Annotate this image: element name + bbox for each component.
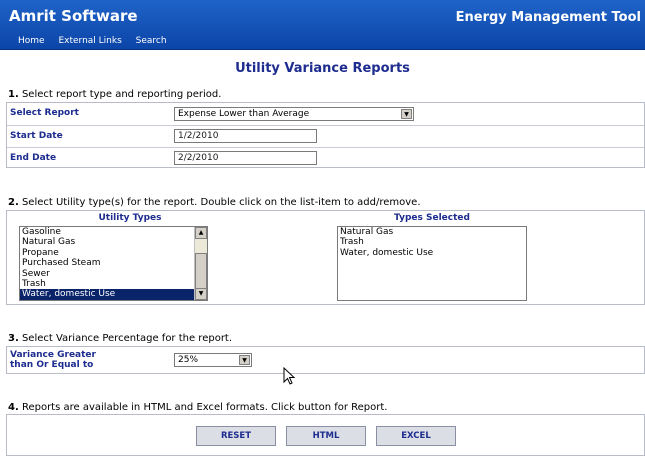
select-report-row: Select Report Expense Lower than Average…: [7, 103, 644, 125]
page-title: Utility Variance Reports: [235, 61, 410, 76]
step4-text: Reports are available in HTML and Excel …: [21, 402, 388, 413]
chevron-down-icon[interactable]: ▼: [239, 355, 250, 365]
list-item[interactable]: Propane: [20, 248, 207, 258]
start-date-label: Start Date: [10, 131, 63, 141]
nav-external-links-link[interactable]: External Links: [58, 36, 121, 46]
end-date-label: End Date: [10, 153, 57, 163]
step3-number: 3.: [8, 333, 19, 344]
end-date-row: End Date 2/2/2010: [7, 147, 644, 169]
step1-instruction: 1. Select report type and reporting peri…: [8, 89, 221, 100]
variance-value: 25%: [178, 355, 199, 365]
variance-label-line2: than Or Equal to: [10, 360, 94, 370]
scroll-down-icon[interactable]: ▼: [195, 288, 207, 300]
step2-text: Select Utility type(s) for the report. D…: [21, 197, 421, 208]
start-date-input[interactable]: 1/2/2010: [174, 129, 317, 143]
variance-dropdown[interactable]: 25% ▼: [174, 353, 252, 367]
report-period-panel: Select Report Expense Lower than Average…: [6, 102, 645, 168]
app-header: Amrit Software Energy Management Tool Ho…: [0, 0, 645, 50]
step2-number: 2.: [8, 197, 19, 208]
list-item[interactable]: Natural Gas: [338, 227, 526, 237]
list-item[interactable]: Purchased Steam: [20, 258, 207, 268]
variance-label-line1: Variance Greater: [10, 350, 96, 360]
step2-instruction: 2. Select Utility type(s) for the report…: [8, 197, 421, 208]
types-selected-list[interactable]: Natural Gas Trash Water, domestic Use: [337, 226, 527, 301]
mouse-pointer-icon: [283, 367, 295, 385]
list-item-selected[interactable]: Water, domestic Use: [20, 289, 207, 300]
app-title: Energy Management Tool: [455, 10, 641, 25]
step1-number: 1.: [8, 89, 19, 100]
report-actions-panel: RESET HTML EXCEL: [6, 414, 645, 456]
list-item[interactable]: Sewer: [20, 269, 207, 279]
step4-number: 4.: [8, 402, 19, 413]
excel-report-button[interactable]: EXCEL: [376, 426, 456, 446]
html-report-button[interactable]: HTML: [286, 426, 366, 446]
select-report-label: Select Report: [10, 108, 79, 118]
variance-panel: Variance Greater than Or Equal to 25% ▼: [6, 346, 645, 374]
list-item[interactable]: Gasoline: [20, 227, 207, 237]
utility-types-list[interactable]: Gasoline Natural Gas Propane Purchased S…: [19, 226, 208, 301]
variance-label: Variance Greater than Or Equal to: [10, 350, 96, 370]
types-selected-header: Types Selected: [394, 213, 470, 223]
chevron-down-icon[interactable]: ▼: [401, 109, 412, 119]
reset-button[interactable]: RESET: [196, 426, 276, 446]
start-date-row: Start Date 1/2/2010: [7, 125, 644, 147]
scroll-thumb[interactable]: [195, 253, 207, 289]
step1-text: Select report type and reporting period.: [21, 89, 222, 100]
select-report-dropdown[interactable]: Expense Lower than Average ▼: [174, 107, 414, 121]
nav-search-link[interactable]: Search: [136, 36, 167, 46]
list-item[interactable]: Trash: [338, 237, 526, 247]
scroll-up-icon[interactable]: ▲: [195, 227, 207, 239]
utility-types-scrollbar[interactable]: ▲ ▼: [194, 227, 207, 300]
brand-logo: Amrit Software: [9, 7, 138, 25]
nav-home-link[interactable]: Home: [18, 36, 45, 46]
utility-types-header: Utility Types: [98, 213, 162, 223]
select-report-value: Expense Lower than Average: [178, 109, 310, 119]
step4-instruction: 4. Reports are available in HTML and Exc…: [8, 402, 387, 413]
list-item[interactable]: Trash: [20, 279, 207, 289]
step3-instruction: 3. Select Variance Percentage for the re…: [8, 333, 232, 344]
list-item[interactable]: Natural Gas: [20, 237, 207, 247]
list-item[interactable]: Water, domestic Use: [338, 248, 526, 258]
step3-text: Select Variance Percentage for the repor…: [21, 333, 233, 344]
top-nav: Home External Links Search: [18, 36, 178, 46]
end-date-input[interactable]: 2/2/2010: [174, 151, 317, 165]
utility-types-panel: Utility Types Types Selected Gasoline Na…: [6, 210, 645, 305]
